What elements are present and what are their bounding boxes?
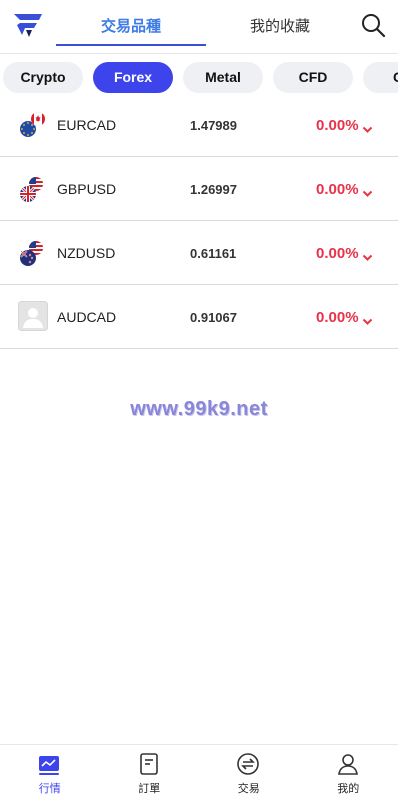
quote-row-audcad[interactable]: AUDCAD 0.91067 0.00% xyxy=(0,285,398,349)
nav-label-profile: 我的 xyxy=(337,783,360,795)
nav-label-orders: 訂單 xyxy=(138,783,161,795)
category-chip-bar: Crypto Forex Metal CFD C xyxy=(0,62,398,94)
chip-crypto[interactable]: Crypto xyxy=(3,62,83,93)
change-percent: 0.00% xyxy=(316,309,359,326)
gbp-usd-flag-icon xyxy=(18,174,48,204)
chip-metal[interactable]: Metal xyxy=(183,62,263,93)
chip-cfd[interactable]: CFD xyxy=(273,62,353,93)
nav-item-orders[interactable]: 訂單 xyxy=(100,745,200,795)
change-percent: 0.00% xyxy=(316,181,359,198)
chevron-down-icon[interactable] xyxy=(362,313,373,325)
placeholder-avatar-icon xyxy=(18,301,48,331)
change-percent: 0.00% xyxy=(316,245,359,262)
eur-cad-flag-icon xyxy=(18,110,48,140)
bottom-nav: 行情 訂單 交易 我的 xyxy=(0,744,398,795)
exchange-icon xyxy=(237,753,259,775)
chevron-down-icon[interactable] xyxy=(362,121,373,133)
nav-item-profile[interactable]: 我的 xyxy=(299,745,398,795)
nav-label-trade: 交易 xyxy=(237,783,260,795)
app-logo-icon xyxy=(12,11,44,39)
tab-instruments[interactable]: 交易品種 xyxy=(56,16,206,38)
quote-row-gbpusd[interactable]: GBPUSD 1.26997 0.00% xyxy=(0,157,398,221)
change-percent: 0.00% xyxy=(316,117,359,134)
price-value: 0.91067 xyxy=(190,310,237,325)
quote-row-nzdusd[interactable]: NZDUSD 0.61161 0.00% xyxy=(0,221,398,285)
quote-row-eurcad[interactable]: EURCAD 1.47989 0.00% xyxy=(0,93,398,157)
symbol-label: AUDCAD xyxy=(57,309,117,325)
nav-label-market: 行情 xyxy=(38,783,61,795)
symbol-label: GBPUSD xyxy=(57,181,117,197)
price-value: 1.26997 xyxy=(190,182,237,197)
symbol-label: EURCAD xyxy=(57,117,117,133)
watermark-text: www.99k9.net xyxy=(130,398,268,420)
chart-icon xyxy=(38,755,60,777)
chevron-down-icon[interactable] xyxy=(362,185,373,197)
nav-item-market[interactable]: 行情 xyxy=(0,745,100,795)
order-icon xyxy=(138,753,160,775)
user-icon xyxy=(337,753,359,775)
active-tab-indicator xyxy=(56,44,206,46)
chevron-down-icon[interactable] xyxy=(362,249,373,261)
tab-favorites[interactable]: 我的收藏 xyxy=(205,16,355,38)
nav-item-trade[interactable]: 交易 xyxy=(199,745,299,795)
chip-overflow[interactable]: C xyxy=(363,62,398,93)
price-value: 0.61161 xyxy=(190,246,237,261)
symbol-label: NZDUSD xyxy=(57,245,116,261)
top-header: 交易品種 我的收藏 xyxy=(0,0,398,54)
price-value: 1.47989 xyxy=(190,118,237,133)
nzd-usd-flag-icon xyxy=(18,238,48,268)
search-icon[interactable] xyxy=(360,12,386,38)
chip-forex[interactable]: Forex xyxy=(93,62,173,93)
